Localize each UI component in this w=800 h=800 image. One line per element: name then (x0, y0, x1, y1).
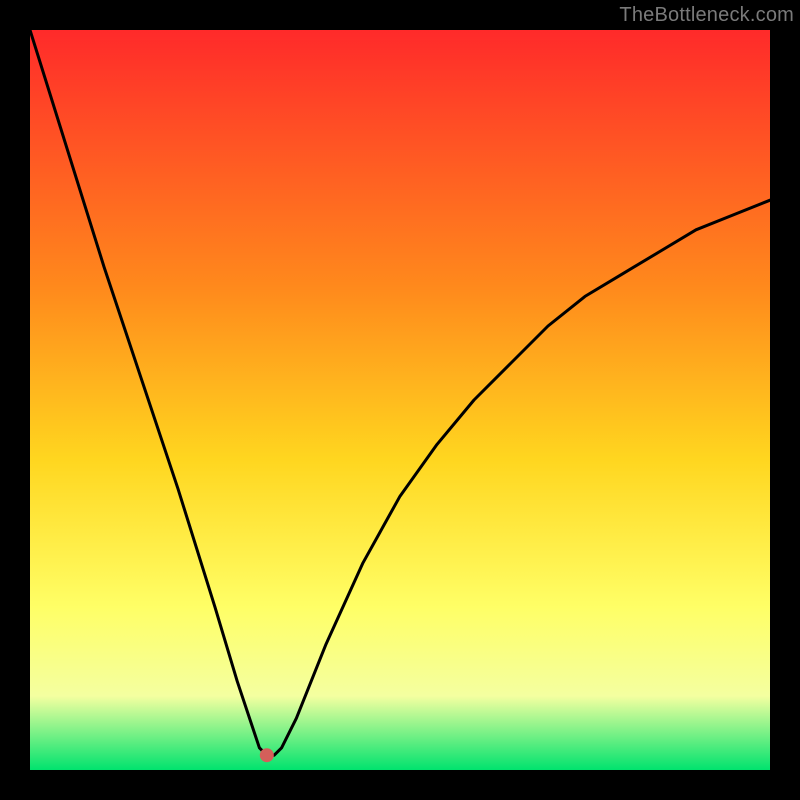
plot-area (30, 30, 770, 770)
gradient-background (30, 30, 770, 770)
bottleneck-plot (30, 30, 770, 770)
watermark-text: TheBottleneck.com (619, 4, 794, 27)
optimum-marker (260, 748, 274, 762)
chart-frame: TheBottleneck.com (0, 0, 800, 800)
